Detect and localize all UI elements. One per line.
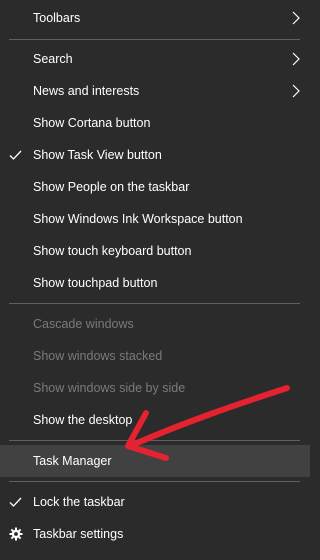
menu-item-label: News and interests: [33, 84, 140, 98]
menu-item-show-windows-stacked: Show windows stacked: [0, 340, 310, 372]
taskbar-context-menu: Toolbars Search News and interests Show …: [0, 0, 310, 560]
menu-item-task-manager[interactable]: Task Manager: [0, 445, 310, 477]
menu-item-show-windows-side-by-side: Show windows side by side: [0, 372, 310, 404]
chevron-right-icon: [292, 11, 300, 25]
menu-item-lock-the-taskbar[interactable]: Lock the taskbar: [0, 486, 310, 518]
menu-separator: [9, 481, 300, 482]
menu-item-label: Cascade windows: [33, 317, 134, 331]
menu-item-news-and-interests[interactable]: News and interests: [0, 75, 310, 107]
menu-separator: [9, 440, 300, 441]
menu-item-label: Show Windows Ink Workspace button: [33, 212, 243, 226]
menu-item-label: Task Manager: [33, 454, 112, 468]
chevron-right-icon: [292, 52, 300, 66]
menu-item-show-the-desktop[interactable]: Show the desktop: [0, 404, 310, 436]
menu-item-label: Toolbars: [33, 11, 81, 25]
menu-item-label: Show windows stacked: [33, 349, 163, 363]
menu-item-label: Search: [33, 52, 73, 66]
menu-item-label: Show windows side by side: [33, 381, 186, 395]
menu-item-label: Show touchpad button: [33, 276, 158, 290]
menu-item-label: Show People on the taskbar: [33, 180, 190, 194]
menu-item-show-cortana-button[interactable]: Show Cortana button: [0, 107, 310, 139]
menu-item-search[interactable]: Search: [0, 43, 310, 75]
gear-icon: [9, 527, 23, 541]
menu-item-label: Lock the taskbar: [33, 495, 125, 509]
checkmark-icon: [9, 150, 22, 160]
menu-item-show-task-view-button[interactable]: Show Task View button: [0, 139, 310, 171]
menu-item-toolbars[interactable]: Toolbars: [0, 2, 310, 34]
menu-item-cascade-windows: Cascade windows: [0, 308, 310, 340]
menu-item-label: Show touch keyboard button: [33, 244, 192, 258]
menu-separator: [9, 303, 300, 304]
menu-item-label: Taskbar settings: [33, 527, 124, 541]
menu-item-show-people-on-taskbar[interactable]: Show People on the taskbar: [0, 171, 310, 203]
checkmark-icon: [9, 497, 22, 507]
menu-item-label: Show Cortana button: [33, 116, 151, 130]
chevron-right-icon: [292, 84, 300, 98]
menu-item-taskbar-settings[interactable]: Taskbar settings: [0, 518, 310, 550]
menu-item-show-touch-keyboard-button[interactable]: Show touch keyboard button: [0, 235, 310, 267]
menu-item-label: Show Task View button: [33, 148, 162, 162]
menu-item-label: Show the desktop: [33, 413, 133, 427]
menu-item-show-windows-ink-workspace-button[interactable]: Show Windows Ink Workspace button: [0, 203, 310, 235]
menu-separator: [9, 39, 300, 40]
menu-item-show-touchpad-button[interactable]: Show touchpad button: [0, 267, 310, 299]
